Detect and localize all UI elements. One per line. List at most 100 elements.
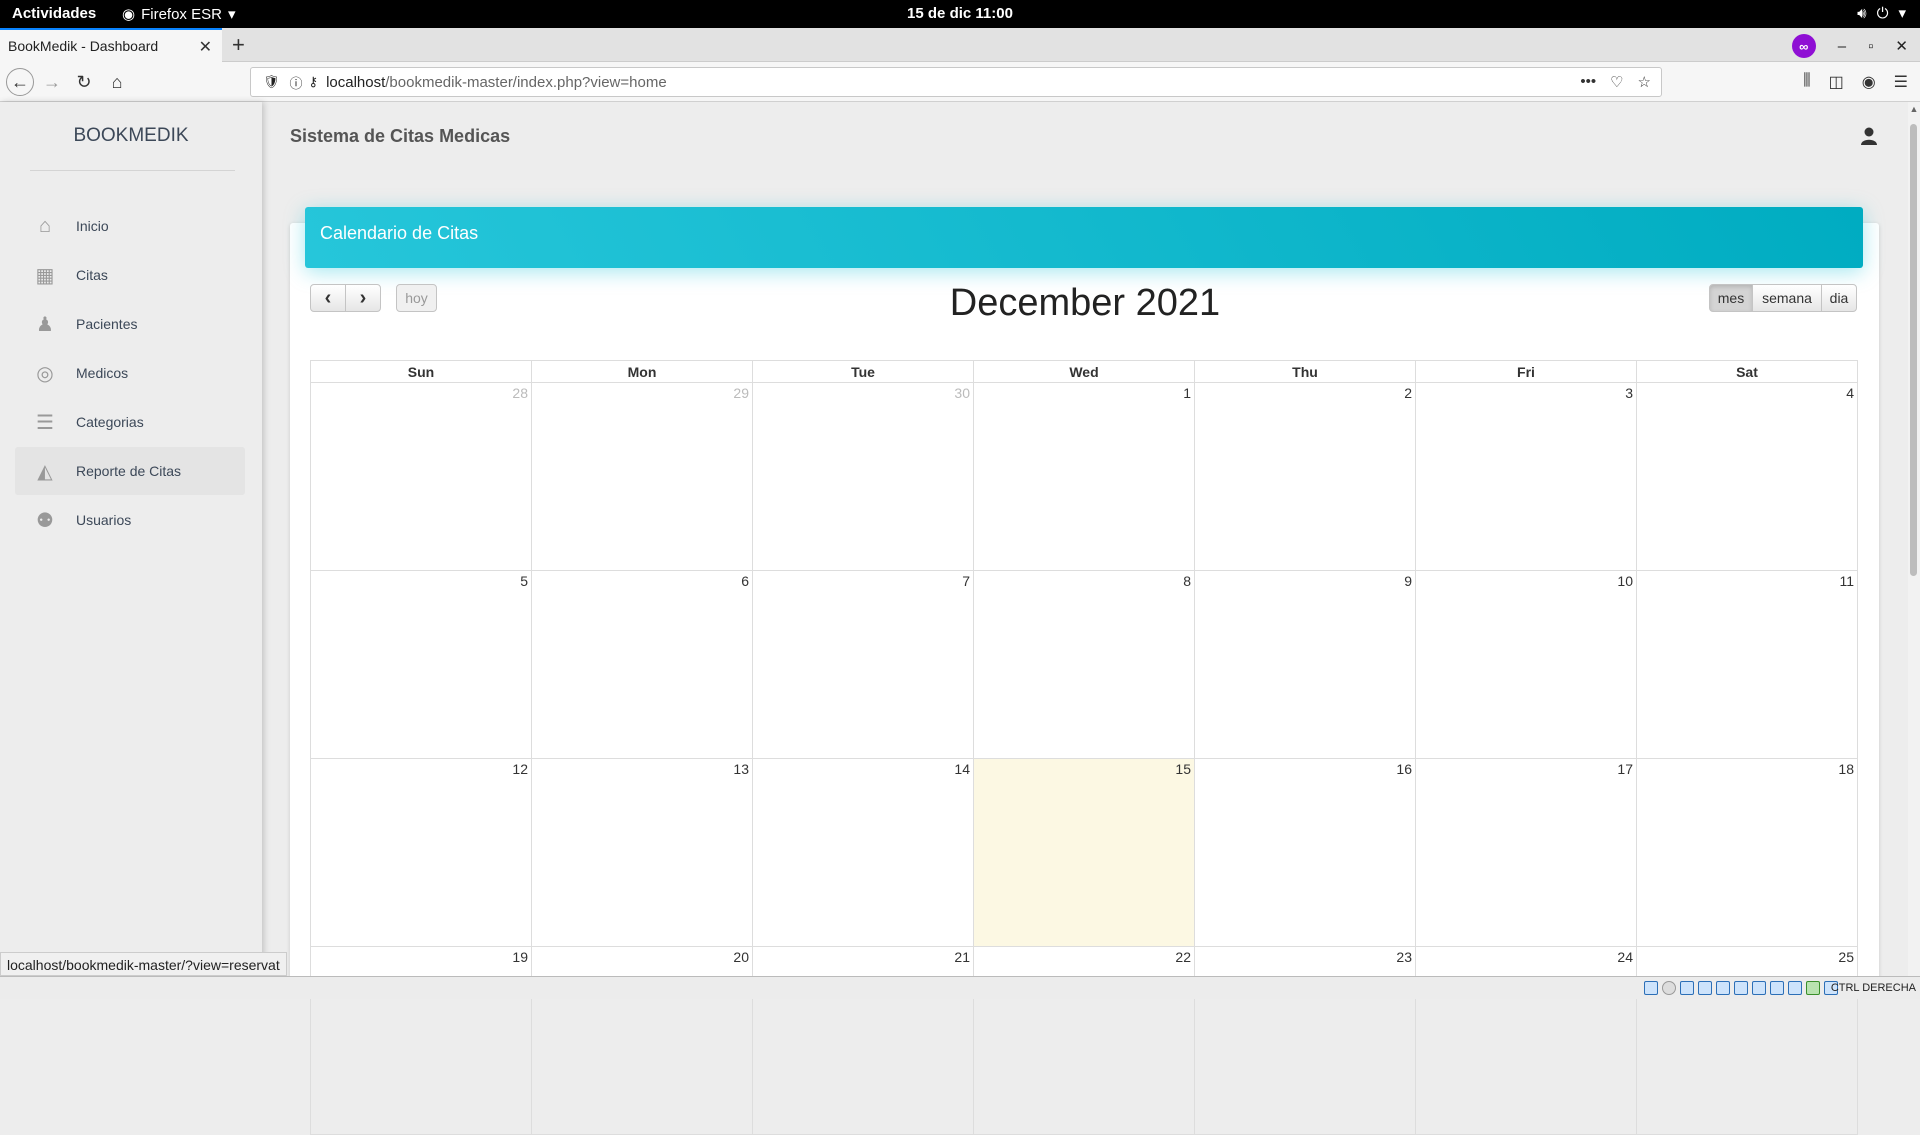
minimize-icon[interactable]: – xyxy=(1838,38,1846,55)
close-window-icon[interactable]: ✕ xyxy=(1895,37,1908,55)
calendar-week-row: 28 29 30 1 2 3 4 xyxy=(310,382,1858,571)
network-icon[interactable] xyxy=(1698,981,1712,995)
calendar-day-cell-today[interactable]: 15 xyxy=(973,758,1195,947)
system-tray[interactable]: 🔊︎ ⏻ ▾ xyxy=(1857,4,1906,23)
back-icon[interactable]: ← xyxy=(6,68,34,96)
calendar-day-cell[interactable]: 13 xyxy=(531,758,753,947)
key-icon: ⚷ xyxy=(308,74,319,89)
view-month-button[interactable]: mes xyxy=(1709,284,1753,312)
calendar-day-cell[interactable]: 14 xyxy=(752,758,974,947)
calendar-grid: Sun Mon Tue Wed Thu Fri Sat 28 29 30 1 2… xyxy=(310,360,1858,1135)
shared-folders-icon[interactable] xyxy=(1734,981,1748,995)
sidebar-item-medicos[interactable]: ◎ Medicos xyxy=(15,349,245,397)
sidebar-item-citas[interactable]: ▦ Citas xyxy=(15,251,245,299)
mouse-integration-icon[interactable] xyxy=(1806,981,1820,995)
new-tab-icon[interactable]: + xyxy=(232,32,245,58)
gnome-top-bar: Actividades ◉ Firefox ESR ▾ 15 de dic 11… xyxy=(0,0,1920,28)
sidebar-item-reporte-de-citas[interactable]: ◭ Reporte de Citas xyxy=(15,447,245,495)
maximize-icon[interactable]: ▫ xyxy=(1868,38,1873,55)
clock[interactable]: 15 de dic 11:00 xyxy=(0,5,1920,22)
weekday-header: Sun xyxy=(310,360,532,383)
calendar-day-cell[interactable]: 10 xyxy=(1415,570,1637,759)
pocket-icon[interactable]: ♡ xyxy=(1610,73,1623,91)
calendar-day-cell[interactable]: 30 xyxy=(752,382,974,571)
calendar-day-cell[interactable]: 8 xyxy=(973,570,1195,759)
calendar-day-cell[interactable]: 11 xyxy=(1636,570,1858,759)
tab-title: BookMedik - Dashboard xyxy=(8,38,159,54)
calendar-day-cell[interactable]: 23 xyxy=(1194,946,1416,1135)
view-label: mes xyxy=(1717,290,1745,306)
view-week-button[interactable]: semana xyxy=(1752,284,1822,312)
hard-disk-icon[interactable] xyxy=(1644,981,1658,995)
area-chart-icon: ◭ xyxy=(37,460,53,483)
audio-icon[interactable] xyxy=(1680,981,1694,995)
calendar-day-cell[interactable]: 4 xyxy=(1636,382,1858,571)
user-icon[interactable] xyxy=(1860,126,1878,146)
library-icon[interactable]: ⫼ xyxy=(1803,72,1810,92)
browser-tab[interactable]: BookMedik - Dashboard ✕ xyxy=(0,28,222,62)
url-host: localhost xyxy=(326,73,386,91)
calendar-day-cell[interactable]: 9 xyxy=(1194,570,1416,759)
calendar-day-cell[interactable]: 17 xyxy=(1415,758,1637,947)
weekday-header: Wed xyxy=(973,360,1195,383)
calendar-day-cell[interactable]: 21 xyxy=(752,946,974,1135)
sidebar-item-label: Citas xyxy=(76,267,108,283)
navigation-toolbar: ← → ↻ ⌂ 🛡︎ ⓘ ⚷ localhost/bookmedik-maste… xyxy=(0,62,1920,102)
video-capture-icon[interactable] xyxy=(1770,981,1784,995)
link-status-bar: localhost/bookmedik-master/?view=reserva… xyxy=(0,952,287,976)
calendar-day-cell[interactable]: 24 xyxy=(1415,946,1637,1135)
sidebar-item-pacientes[interactable]: ♟ Pacientes xyxy=(15,300,245,348)
forward-icon[interactable]: → xyxy=(38,68,66,96)
calendar-day-cell[interactable]: 12 xyxy=(310,758,532,947)
usb-icon[interactable] xyxy=(1716,981,1730,995)
sidebar-item-usuarios[interactable]: ⚉ Usuarios xyxy=(15,496,245,544)
card-header: Calendario de Citas xyxy=(305,207,1863,268)
sidebar-item-label: Medicos xyxy=(76,365,129,381)
scroll-up-icon[interactable]: ▲ xyxy=(1908,104,1920,114)
calendar-day-cell[interactable]: 18 xyxy=(1636,758,1858,947)
calendar-day-cell[interactable]: 25 xyxy=(1636,946,1858,1135)
account-icon[interactable]: ◉ xyxy=(1862,72,1876,92)
optical-drive-icon[interactable] xyxy=(1662,981,1676,995)
home-icon[interactable]: ⌂ xyxy=(103,68,131,96)
calendar-day-cell[interactable]: 16 xyxy=(1194,758,1416,947)
calendar-day-cell[interactable]: 19 xyxy=(310,946,532,1135)
calendar-day-cell[interactable]: 1 xyxy=(973,382,1195,571)
view-label: semana xyxy=(1762,290,1812,306)
calendar-day-cell[interactable]: 22 xyxy=(973,946,1195,1135)
sidebar-item-categorias[interactable]: ☰ Categorias xyxy=(15,398,245,446)
card-title: Calendario de Citas xyxy=(320,223,479,243)
calendar-day-cell[interactable]: 2 xyxy=(1194,382,1416,571)
url-path: /bookmedik-master/index.php?view=home xyxy=(385,73,667,91)
calendar-day-cell[interactable]: 6 xyxy=(531,570,753,759)
calendar-day-cell[interactable]: 29 xyxy=(531,382,753,571)
info-icon[interactable]: ⓘ xyxy=(290,73,303,92)
calendar-day-cell[interactable]: 3 xyxy=(1415,382,1637,571)
private-mask-icon: ∞ xyxy=(1791,34,1816,58)
weekday-header: Sat xyxy=(1636,360,1858,383)
calendar-day-cell[interactable]: 20 xyxy=(531,946,753,1135)
cpu-icon[interactable] xyxy=(1788,981,1802,995)
sidebar-icon[interactable]: ◫ xyxy=(1829,72,1844,92)
page-scrollbar[interactable]: ▲ xyxy=(1908,102,1920,976)
window-controls: ∞ – ▫ ✕ xyxy=(1791,34,1908,58)
close-icon[interactable]: ✕ xyxy=(199,37,212,57)
host-key-label: CTRL DERECHA xyxy=(1830,982,1916,994)
bookmark-star-icon[interactable]: ☆ xyxy=(1638,73,1651,91)
url-bar[interactable]: 🛡︎ ⓘ ⚷ localhost/bookmedik-master/index.… xyxy=(250,67,1662,97)
sidebar-item-inicio[interactable]: ⌂ Inicio xyxy=(15,202,245,250)
power-icon: ⏻ xyxy=(1876,4,1889,22)
scrollbar-thumb[interactable] xyxy=(1910,124,1917,576)
menu-icon[interactable]: ☰ xyxy=(1894,72,1908,92)
more-actions-icon[interactable]: ••• xyxy=(1580,73,1596,91)
person-icon: ♟ xyxy=(36,313,54,336)
divider xyxy=(30,170,235,171)
logo[interactable]: BOOKMEDIK xyxy=(0,125,262,147)
calendar-day-cell[interactable]: 7 xyxy=(752,570,974,759)
display-icon[interactable] xyxy=(1752,981,1766,995)
sidebar-item-label: Categorias xyxy=(76,414,144,430)
calendar-day-cell[interactable]: 28 xyxy=(310,382,532,571)
reload-icon[interactable]: ↻ xyxy=(70,68,98,96)
calendar-day-cell[interactable]: 5 xyxy=(310,570,532,759)
view-day-button[interactable]: dia xyxy=(1821,284,1857,312)
